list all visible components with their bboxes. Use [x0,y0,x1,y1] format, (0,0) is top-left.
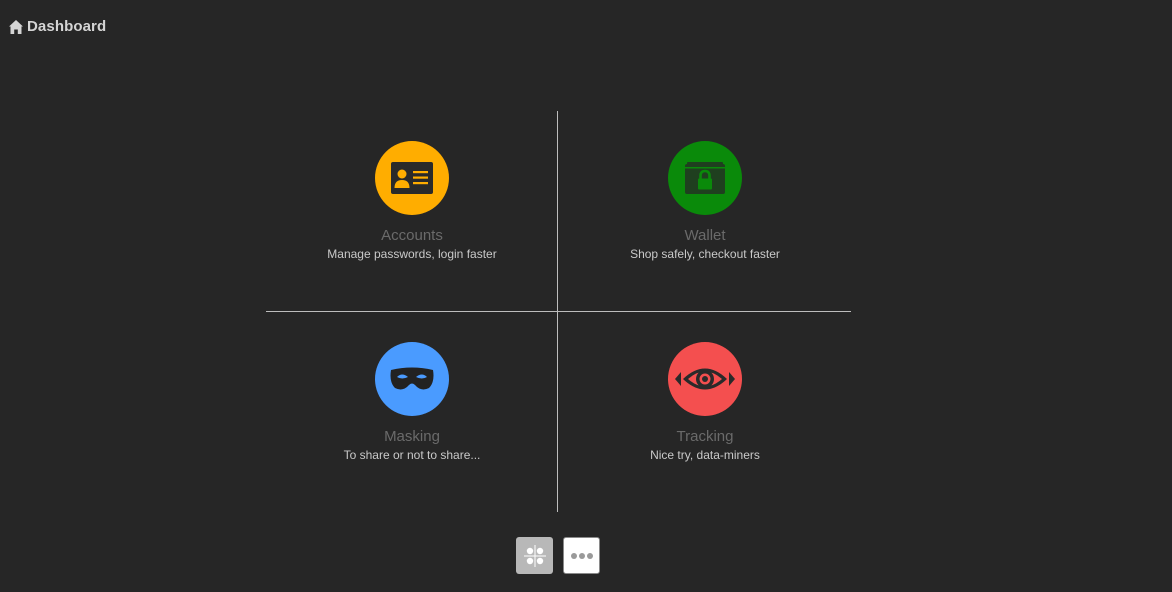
masking-subtitle: To share or not to share... [343,448,481,462]
accounts-subtitle: Manage passwords, login faster [327,247,497,261]
id-card-icon [391,162,433,194]
wallet-icon-circle [668,141,742,215]
wallet-subtitle: Shop safely, checkout faster [630,247,780,261]
accounts-icon-circle [375,141,449,215]
dashboard-link[interactable]: Dashboard [8,18,106,35]
view-toggle-group [516,537,600,574]
tracking-icon-circle [668,342,742,416]
page-title: Dashboard [27,18,107,35]
wallet-lock-icon [685,162,725,194]
masking-icon-circle [375,342,449,416]
masking-tile[interactable]: Masking To share or not to share... [266,312,558,512]
eye-icon [675,368,735,390]
home-icon [8,19,24,35]
grid-icon [523,544,546,567]
tracking-tile[interactable]: Tracking Nice try, data-miners [559,312,851,512]
accounts-tile[interactable]: Accounts Manage passwords, login faster [266,111,558,311]
feature-grid: Accounts Manage passwords, login faster … [266,111,851,512]
wallet-title: Wallet [684,227,726,244]
tracking-title: Tracking [676,428,734,445]
accounts-title: Accounts [381,227,443,244]
mask-icon [390,367,434,390]
masking-title: Masking [384,428,440,445]
tracking-subtitle: Nice try, data-miners [650,448,760,462]
more-icon [570,552,593,559]
wallet-tile[interactable]: Wallet Shop safely, checkout faster [559,111,851,311]
more-options-button[interactable] [563,537,600,574]
grid-view-button[interactable] [516,537,553,574]
